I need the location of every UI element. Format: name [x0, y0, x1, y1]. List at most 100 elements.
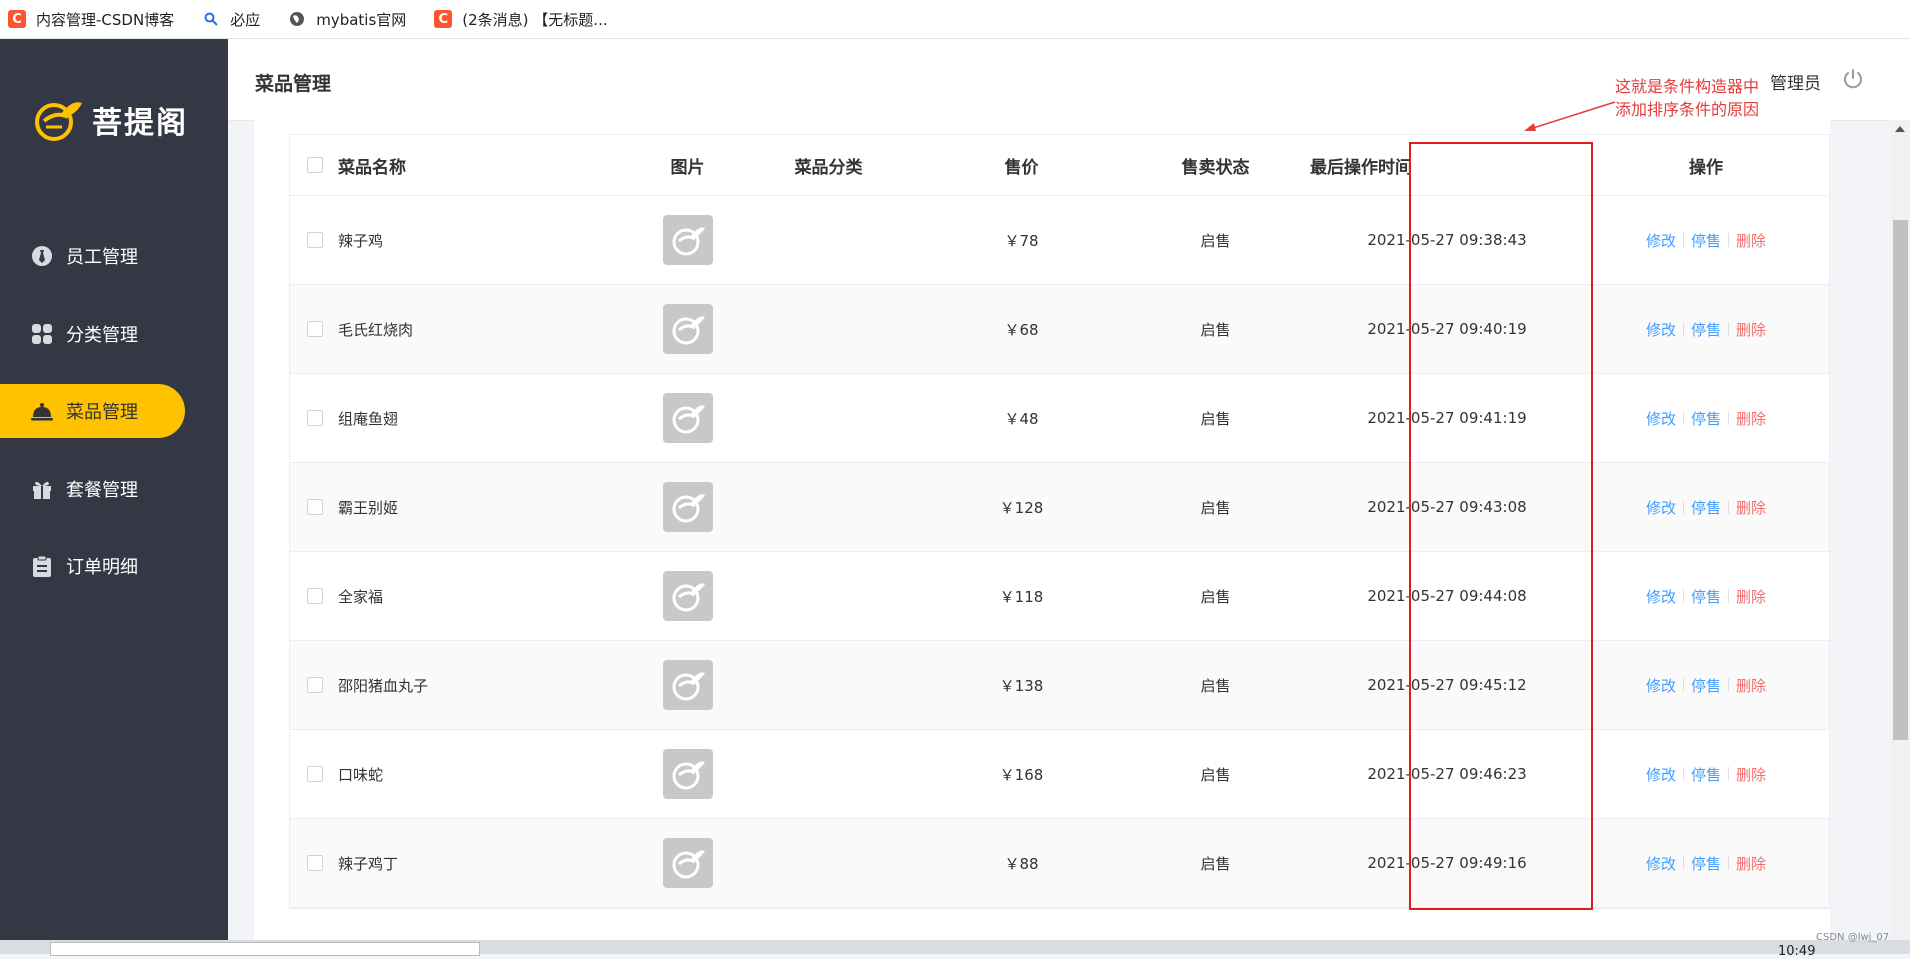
bookmark-label: 必应 [230, 10, 261, 29]
logo-text: 菩提阁 [92, 106, 188, 141]
col-header-time: 最后操作时间 [1310, 157, 1412, 178]
sidebar-item-category[interactable]: 分类管理 [0, 307, 228, 361]
delete-link[interactable]: 删除 [1729, 586, 1773, 607]
power-icon[interactable] [1841, 67, 1865, 91]
sidebar-item-label: 菜品管理 [66, 402, 138, 423]
bookmark-label: mybatis官网 [316, 10, 407, 29]
csdn-icon: C [8, 10, 26, 28]
dish-image-placeholder [662, 571, 713, 621]
col-header-category: 菜品分类 [794, 157, 863, 178]
dish-price: ￥118 [999, 587, 1044, 606]
stop-sale-link[interactable]: 停售 [1684, 764, 1728, 785]
dish-image-placeholder [662, 749, 713, 799]
stop-sale-link[interactable]: 停售 [1684, 853, 1728, 874]
bookmark-bing[interactable]: 必应 [194, 0, 280, 38]
bookmarks-bar: C 内容管理-CSDN博客 必应 mybatis官网 C (2条消息) 【无标题… [0, 0, 1910, 39]
dish-status: 启售 [1200, 587, 1231, 606]
col-header-status: 售卖状态 [1181, 157, 1250, 178]
edit-link[interactable]: 修改 [1639, 853, 1683, 874]
page-title: 菜品管理 [255, 73, 332, 95]
image-cell [600, 482, 775, 532]
row-checkbox[interactable] [306, 766, 323, 782]
stop-sale-link[interactable]: 停售 [1684, 230, 1728, 251]
dish-name: 辣子鸡 [338, 231, 384, 250]
dish-update-time: 2021-05-27 09:41:19 [1367, 409, 1527, 427]
row-check-cell [290, 232, 338, 248]
table-row: 邵阳猪血丸子 ￥138 启售 2021-05-27 09:45:12 修改 停售… [290, 641, 1829, 730]
table-row: 口味蛇 ￥168 启售 2021-05-27 09:46:23 修改 停售 删除 [290, 730, 1829, 819]
edit-link[interactable]: 修改 [1639, 675, 1683, 696]
delete-link[interactable]: 删除 [1729, 230, 1773, 251]
dish-price: ￥68 [1004, 320, 1039, 339]
bookmark-label: (2条消息) 【无标题... [462, 10, 608, 29]
dish-price: ￥88 [1004, 854, 1039, 873]
delete-link[interactable]: 删除 [1729, 497, 1773, 518]
watermark: CSDN @lwj_07 [1816, 932, 1890, 943]
edit-link[interactable]: 修改 [1639, 319, 1683, 340]
ops-cell: 修改 停售 删除 [1598, 764, 1814, 785]
table-row: 全家福 ￥118 启售 2021-05-27 09:44:08 修改 停售 删除 [290, 552, 1829, 641]
sidebar-item-label: 分类管理 [66, 324, 138, 346]
ops-cell: 修改 停售 删除 [1598, 586, 1814, 607]
delete-link[interactable]: 删除 [1729, 319, 1773, 340]
globe-icon [288, 10, 306, 28]
edit-link[interactable]: 修改 [1639, 497, 1683, 518]
bookmark-mybatis[interactable]: mybatis官网 [280, 0, 426, 38]
sidebar-item-orders[interactable]: 订单明细 [0, 539, 228, 593]
sidebar-item-setmeal[interactable]: 套餐管理 [0, 462, 228, 516]
ops-cell: 修改 停售 删除 [1598, 230, 1814, 251]
row-checkbox[interactable] [306, 677, 323, 693]
dish-name: 毛氏红烧肉 [338, 320, 414, 339]
stop-sale-link[interactable]: 停售 [1684, 319, 1728, 340]
delete-link[interactable]: 删除 [1729, 853, 1773, 874]
row-check-cell [290, 855, 338, 871]
bookmark-csdn-untitled[interactable]: C (2条消息) 【无标题... [426, 0, 627, 38]
delete-link[interactable]: 删除 [1729, 675, 1773, 696]
scrollbar-thumb[interactable] [1893, 220, 1908, 740]
bookmark-csdn-content[interactable]: C 内容管理-CSDN博客 [0, 0, 194, 38]
user-name[interactable]: 管理员 [1770, 69, 1821, 94]
dish-price: ￥138 [999, 676, 1044, 695]
row-checkbox[interactable] [306, 499, 323, 515]
dish-image-placeholder [662, 304, 713, 354]
table-row: 组庵鱼翅 ￥48 启售 2021-05-27 09:41:19 修改 停售 删除 [290, 374, 1829, 463]
row-check-cell [290, 766, 338, 782]
dish-price: ￥128 [999, 498, 1044, 517]
employee-tie-icon [30, 244, 54, 268]
annotation-text: 这就是条件构造器中 添加排序条件的原因 [1615, 75, 1759, 121]
row-check-cell [290, 677, 338, 693]
row-checkbox[interactable] [306, 232, 323, 248]
edit-link[interactable]: 修改 [1639, 408, 1683, 429]
delete-link[interactable]: 删除 [1729, 764, 1773, 785]
edit-link[interactable]: 修改 [1639, 230, 1683, 251]
dish-image-placeholder [662, 215, 713, 265]
edit-link[interactable]: 修改 [1639, 764, 1683, 785]
sidebar-item-employee[interactable]: 员工管理 [0, 229, 228, 283]
table-row: 霸王别姬 ￥128 启售 2021-05-27 09:43:08 修改 停售 删… [290, 463, 1829, 552]
bing-search-icon [202, 10, 220, 28]
row-checkbox[interactable] [306, 855, 323, 871]
image-cell [600, 660, 775, 710]
stop-sale-link[interactable]: 停售 [1684, 408, 1728, 429]
row-checkbox[interactable] [306, 588, 323, 604]
stop-sale-link[interactable]: 停售 [1684, 675, 1728, 696]
stop-sale-link[interactable]: 停售 [1684, 497, 1728, 518]
annotation-line-1: 这就是条件构造器中 [1615, 77, 1760, 96]
edit-link[interactable]: 修改 [1639, 586, 1683, 607]
app-logo: 菩提阁 [34, 97, 188, 143]
sidebar-item-dish[interactable]: 菜品管理 [0, 384, 185, 438]
dish-name: 口味蛇 [338, 765, 384, 784]
scroll-up-arrow-icon[interactable] [1895, 126, 1905, 132]
image-cell [600, 393, 775, 443]
table-row: 毛氏红烧肉 ￥68 启售 2021-05-27 09:40:19 修改 停售 删… [290, 285, 1829, 374]
sidebar-item-label: 员工管理 [66, 247, 138, 268]
row-checkbox[interactable] [306, 321, 323, 337]
dish-update-time: 2021-05-27 09:38:43 [1367, 231, 1527, 249]
dish-image-placeholder [662, 660, 713, 710]
delete-link[interactable]: 删除 [1729, 408, 1773, 429]
stop-sale-link[interactable]: 停售 [1684, 586, 1728, 607]
sidebar: 菩提阁 员工管理 分类管理 菜品管理 套餐管理 订单明细 [0, 39, 228, 954]
row-checkbox[interactable] [306, 410, 323, 426]
image-cell [600, 215, 775, 265]
select-all-checkbox[interactable] [306, 157, 323, 173]
